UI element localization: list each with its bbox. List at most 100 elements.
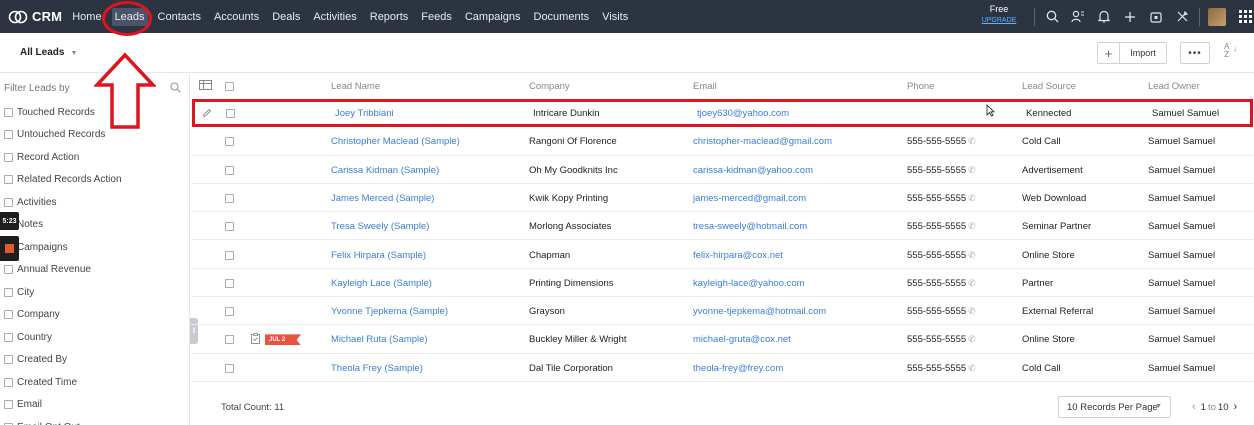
table-row[interactable]: Theola Frey (Sample) Dal Tile Corporation… bbox=[191, 354, 1254, 382]
lead-name-link[interactable]: James Merced (Sample) bbox=[331, 193, 434, 204]
filter-item[interactable]: Company bbox=[4, 304, 122, 327]
bell-icon[interactable] bbox=[1091, 0, 1117, 33]
column-header-email[interactable]: Email bbox=[693, 81, 717, 92]
view-selector[interactable]: All Leads ▼ bbox=[20, 47, 77, 58]
upgrade-link[interactable]: UPGRADE bbox=[978, 15, 1020, 26]
phone-icon[interactable]: ✆ bbox=[968, 250, 976, 261]
more-actions-button[interactable]: ••• bbox=[1180, 42, 1210, 64]
row-checkbox[interactable] bbox=[225, 307, 234, 317]
lead-name-link[interactable]: Joey Tribbiani bbox=[335, 108, 394, 119]
search-icon[interactable] bbox=[170, 82, 181, 96]
filter-item[interactable]: Activities bbox=[4, 191, 122, 214]
contacts-icon[interactable] bbox=[1065, 0, 1091, 33]
phone-icon[interactable]: ✆ bbox=[968, 278, 976, 289]
nav-activities[interactable]: Activities bbox=[313, 11, 356, 23]
nav-visits[interactable]: Visits bbox=[602, 11, 628, 23]
column-header-lead-name[interactable]: Lead Name bbox=[331, 81, 380, 92]
crm-logo[interactable]: CRM bbox=[8, 9, 62, 24]
table-row-highlighted[interactable]: Joey Tribbiani Intricare Dunkin tjoey630@y… bbox=[192, 99, 1253, 128]
filter-item[interactable]: Notes bbox=[4, 214, 122, 237]
email-link[interactable]: felix-hirpara@cox.net bbox=[693, 250, 783, 261]
lead-name-link[interactable]: Kayleigh Lace (Sample) bbox=[331, 278, 432, 289]
lead-name-link[interactable]: Felix Hirpara (Sample) bbox=[331, 250, 426, 261]
sort-az-icon[interactable]: A Z ↓ bbox=[1224, 43, 1237, 59]
import-button[interactable]: Import bbox=[1120, 43, 1166, 63]
filter-item[interactable]: Created By bbox=[4, 349, 122, 372]
filter-item[interactable]: Campaigns bbox=[4, 236, 122, 259]
email-link[interactable]: carissa-kidman@yahoo.com bbox=[693, 165, 813, 176]
email-link[interactable]: tjoey630@yahoo.com bbox=[697, 108, 789, 119]
filter-item[interactable]: Related Records Action bbox=[4, 169, 122, 192]
filter-item[interactable]: Record Action bbox=[4, 146, 122, 169]
filter-item[interactable]: City bbox=[4, 281, 122, 304]
table-row[interactable]: Felix Hirpara (Sample) Chapman felix-hirpa… bbox=[191, 241, 1254, 269]
email-link[interactable]: tresa-sweely@hotmail.com bbox=[693, 221, 807, 232]
email-link[interactable]: james-merced@gmail.com bbox=[693, 193, 806, 204]
table-row[interactable]: James Merced (Sample) Kwik Kopy Printing j… bbox=[191, 184, 1254, 213]
filter-checkbox[interactable] bbox=[4, 265, 13, 275]
filter-checkbox[interactable] bbox=[4, 355, 13, 365]
nav-documents[interactable]: Documents bbox=[534, 11, 590, 23]
table-row[interactable]: JUL 2 Michael Ruta (Sample) Buckley Miller… bbox=[191, 325, 1254, 354]
table-row[interactable]: Christopher Maclead (Sample) Rangoni Of F… bbox=[191, 127, 1254, 156]
filter-checkbox[interactable] bbox=[4, 310, 13, 320]
email-link[interactable]: yvonne-tjepkema@hotmail.com bbox=[693, 306, 826, 317]
calendar-icon[interactable] bbox=[1143, 0, 1169, 33]
task-icon[interactable] bbox=[251, 333, 260, 347]
settings-icon[interactable] bbox=[1169, 0, 1195, 33]
filter-checkbox[interactable] bbox=[4, 107, 13, 117]
upgrade-box[interactable]: Free UPGRADE bbox=[978, 4, 1020, 26]
select-all-checkbox[interactable] bbox=[225, 82, 234, 91]
filter-checkbox[interactable] bbox=[4, 130, 13, 140]
filter-item[interactable]: Email Opt Out bbox=[4, 416, 122, 425]
column-settings-icon[interactable] bbox=[199, 80, 212, 93]
create-lead-button[interactable]: + bbox=[1098, 43, 1120, 63]
edit-pencil-icon[interactable] bbox=[202, 108, 212, 121]
filter-checkbox[interactable] bbox=[4, 152, 13, 162]
filter-item[interactable]: Country bbox=[4, 326, 122, 349]
row-checkbox[interactable] bbox=[225, 278, 234, 288]
avatar[interactable] bbox=[1208, 7, 1226, 26]
nav-home[interactable]: Home bbox=[72, 11, 101, 23]
column-header-company[interactable]: Company bbox=[529, 81, 570, 92]
filter-checkbox[interactable] bbox=[4, 377, 13, 387]
nav-reports[interactable]: Reports bbox=[370, 11, 409, 23]
row-checkbox[interactable] bbox=[226, 109, 235, 118]
table-row[interactable]: Yvonne Tjepkema (Sample) Grayson yvonne-tj… bbox=[191, 297, 1254, 326]
plus-icon[interactable] bbox=[1117, 0, 1143, 33]
table-row[interactable]: Tresa Sweely (Sample) Morlong Associates t… bbox=[191, 212, 1254, 241]
phone-icon[interactable]: ✆ bbox=[968, 221, 976, 232]
row-checkbox[interactable] bbox=[225, 193, 234, 203]
filter-item[interactable]: Email bbox=[4, 394, 122, 417]
nav-contacts[interactable]: Contacts bbox=[158, 11, 201, 23]
phone-icon[interactable]: ✆ bbox=[968, 165, 976, 176]
row-checkbox[interactable] bbox=[225, 363, 234, 373]
next-page-icon[interactable]: › bbox=[1233, 401, 1237, 413]
nav-feeds[interactable]: Feeds bbox=[421, 11, 452, 23]
column-header-lead-owner[interactable]: Lead Owner bbox=[1148, 81, 1200, 92]
lead-name-link[interactable]: Yvonne Tjepkema (Sample) bbox=[331, 306, 448, 317]
email-link[interactable]: michael-gruta@cox.net bbox=[693, 334, 791, 345]
nav-deals[interactable]: Deals bbox=[272, 11, 300, 23]
apps-grid-icon[interactable] bbox=[1232, 0, 1254, 33]
filter-item[interactable]: Annual Revenue bbox=[4, 259, 122, 282]
lead-name-link[interactable]: Christopher Maclead (Sample) bbox=[331, 136, 460, 147]
column-header-phone[interactable]: Phone bbox=[907, 81, 934, 92]
filter-checkbox[interactable] bbox=[4, 332, 13, 342]
email-link[interactable]: theola-frey@frey.com bbox=[693, 363, 783, 374]
record-icon[interactable] bbox=[0, 236, 19, 261]
column-header-lead-source[interactable]: Lead Source bbox=[1022, 81, 1076, 92]
phone-icon[interactable]: ✆ bbox=[968, 363, 976, 374]
phone-icon[interactable]: ✆ bbox=[968, 306, 976, 317]
filter-checkbox[interactable] bbox=[4, 197, 13, 207]
lead-name-link[interactable]: Carissa Kidman (Sample) bbox=[331, 165, 439, 176]
filter-checkbox[interactable] bbox=[4, 400, 13, 410]
row-checkbox[interactable] bbox=[225, 250, 234, 260]
filter-item[interactable]: Created Time bbox=[4, 371, 122, 394]
lead-name-link[interactable]: Michael Ruta (Sample) bbox=[331, 334, 428, 345]
row-checkbox[interactable] bbox=[225, 222, 234, 232]
filter-checkbox[interactable] bbox=[4, 287, 13, 297]
records-per-page-select[interactable]: 10 Records Per Page ▼ bbox=[1058, 396, 1171, 418]
nav-campaigns[interactable]: Campaigns bbox=[465, 11, 521, 23]
table-row[interactable]: Carissa Kidman (Sample) Oh My Goodknits I… bbox=[191, 156, 1254, 184]
